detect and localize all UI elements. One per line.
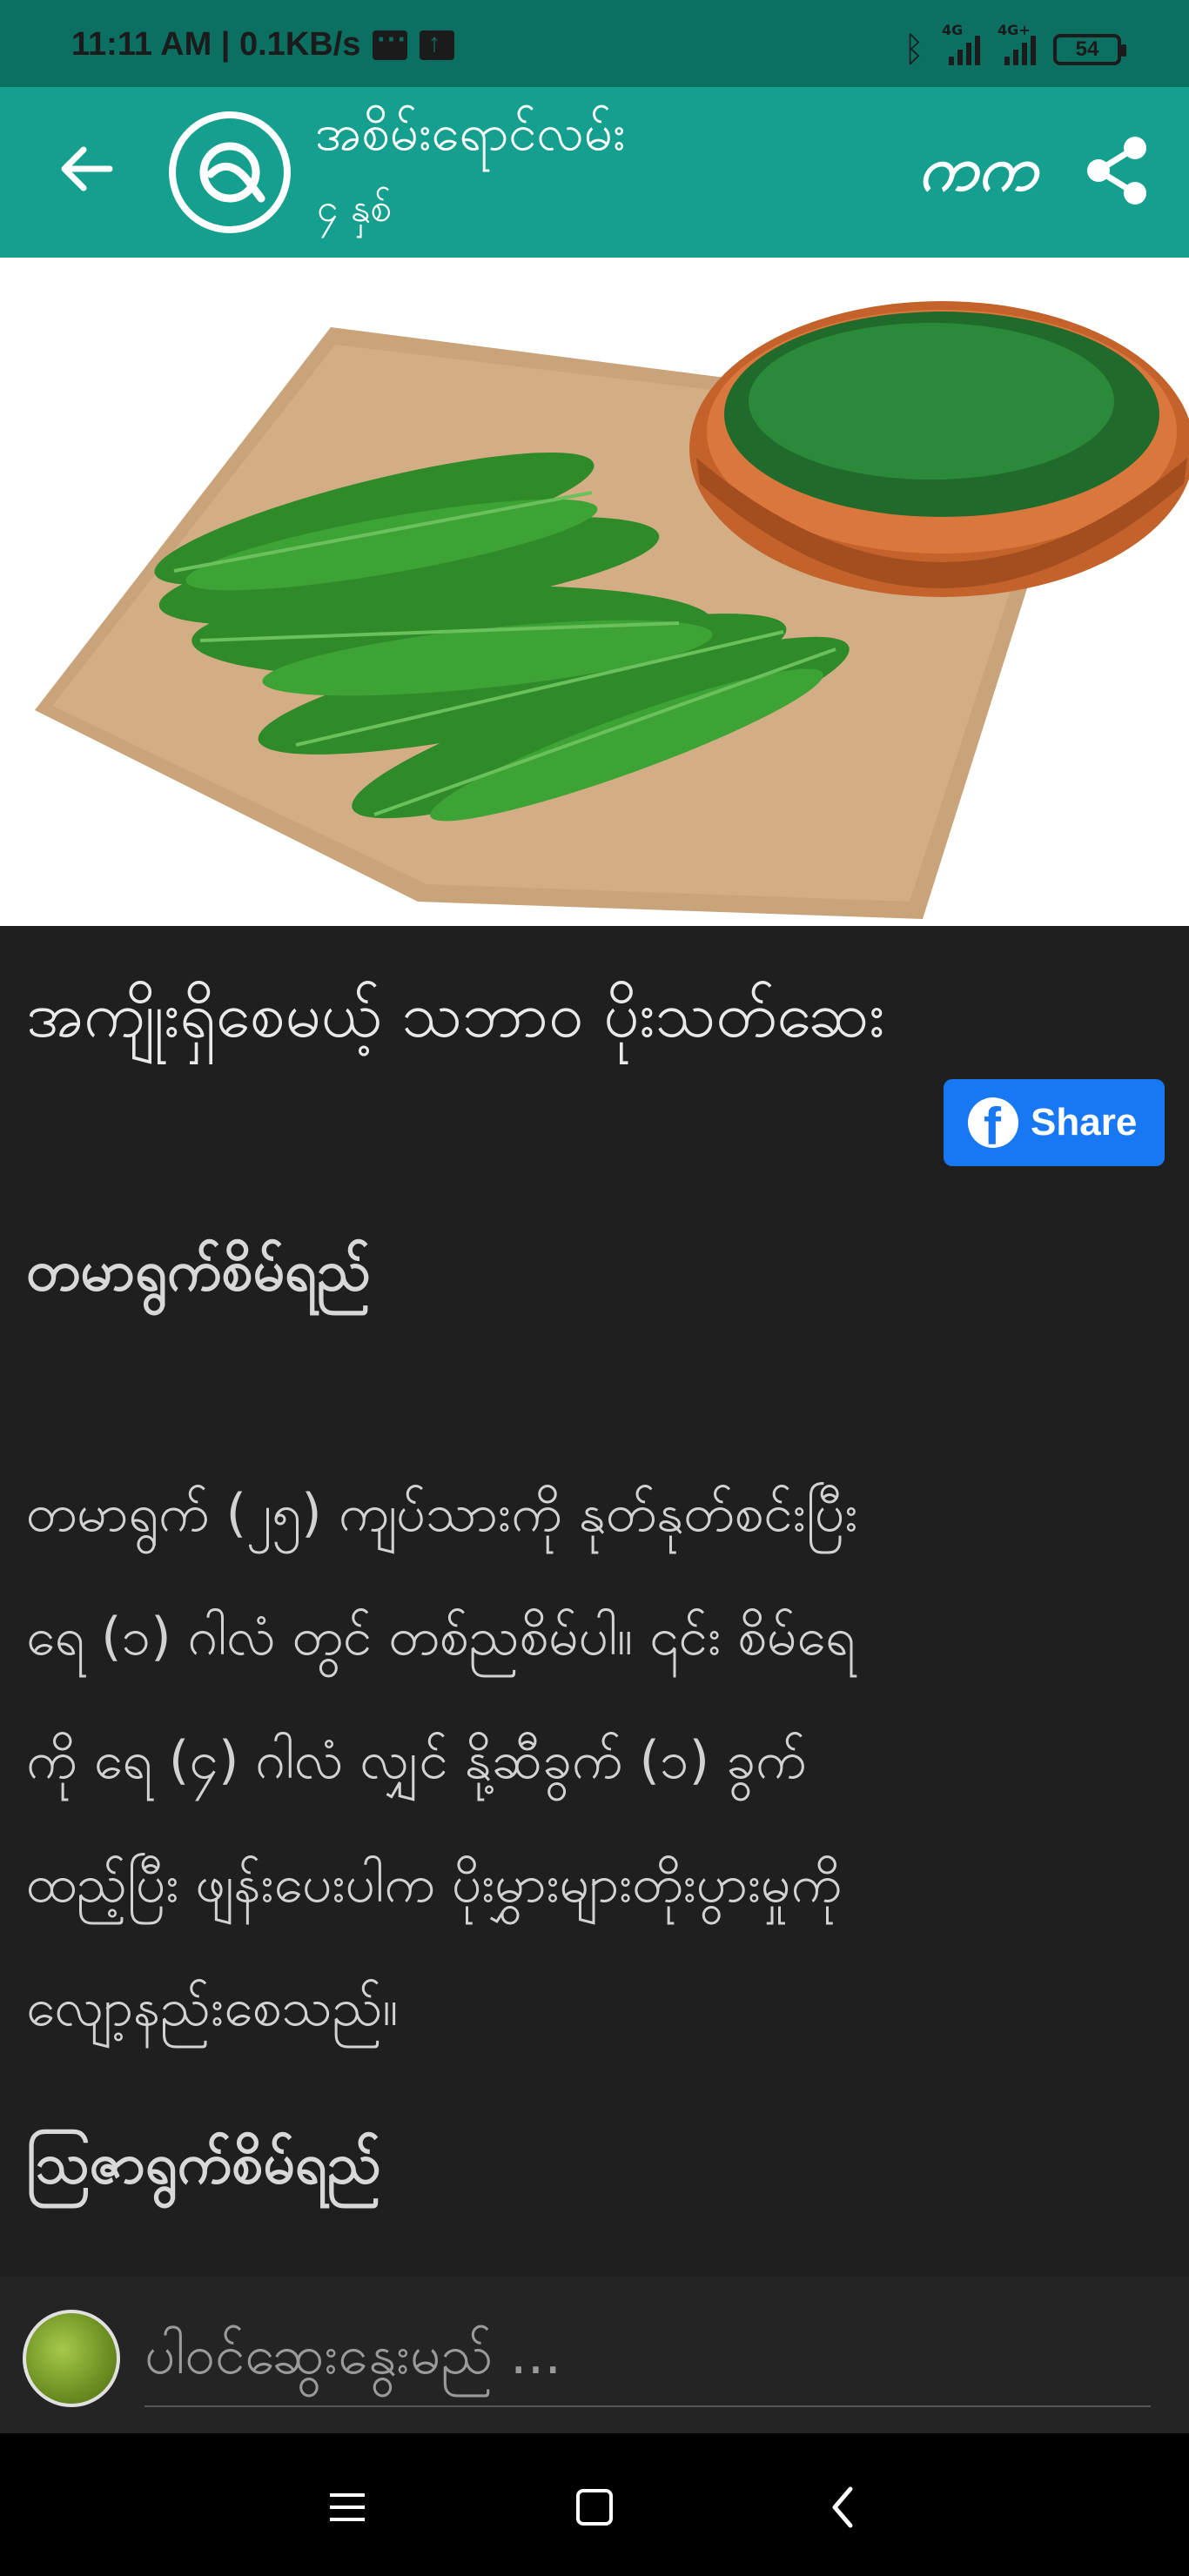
signal-icon-2: 4G+: [998, 22, 1036, 65]
section-heading-second: ဩဇာရွက်စိမ်ရည်: [26, 2132, 381, 2197]
body-line: ရေ (၁) ဂါလံ တွင် တစ်ညစိမ်ပါ။ ၎င်း စိမ်ရေ: [26, 1607, 856, 1667]
network-type-label-2: 4G+: [998, 22, 1031, 38]
chevron-left-icon: [832, 2486, 853, 2528]
signal-icon: 4G: [942, 22, 980, 65]
article-title: အကျိုးရှိစေမယ့် သဘာဝ ပိုးသတ်ဆေး: [26, 978, 885, 1051]
leaf-logo-icon: [199, 142, 265, 203]
avatar: [23, 2310, 120, 2407]
arrow-left-icon: [61, 146, 113, 191]
body-line: လျော့နည်းစေသည်။: [26, 1977, 399, 2038]
comment-input[interactable]: ပါဝင်ဆွေးနွေးမည် ...: [144, 2311, 1151, 2407]
battery-level: 54: [1075, 37, 1099, 61]
share-button[interactable]: [1083, 134, 1151, 207]
share-label: Share: [1031, 1101, 1138, 1144]
upload-icon: [420, 29, 455, 60]
comment-bar: ပါဝင်ဆွေးနွေးမည် ...: [0, 2277, 1189, 2433]
body-line: ကို ရေ (၄) ဂါလံ လျှင် နို့ဆီခွက် (၁) ခွက…: [26, 1730, 807, 1791]
message-icon: [373, 23, 408, 60]
system-nav-bar: [0, 2433, 1189, 2576]
battery-icon: 54: [1053, 34, 1126, 65]
app-title: အစိမ်းရောင်လမ်း: [315, 103, 626, 162]
screen: 11:11 AM | 0.1KB/s ᛒ 4G 4G+ 54: [0, 0, 1189, 2576]
status-left: 11:11 AM | 0.1KB/s: [71, 23, 455, 64]
section-heading-neem: တမာရွက်စိမ်ရည်: [26, 1239, 371, 1304]
article-body: တမာရွက် (၂၅) ကျပ်သားကို နုတ်နုတ်စင်းပြီး…: [26, 1452, 1166, 2070]
article-image: [0, 258, 1189, 926]
bluetooth-icon: ᛒ: [904, 30, 924, 70]
home-button[interactable]: [564, 2477, 625, 2538]
menu-button[interactable]: [317, 2477, 378, 2538]
share-icon: [1087, 137, 1146, 205]
back-button[interactable]: [50, 134, 120, 204]
neem-leaves-image: [0, 258, 1189, 926]
facebook-icon: f: [968, 1097, 1018, 1148]
status-time-speed: 11:11 AM | 0.1KB/s: [71, 26, 361, 63]
body-line: တမာရွက် (၂၅) ကျပ်သားကို နုတ်နုတ်စင်းပြီး: [26, 1483, 858, 1544]
status-bar: 11:11 AM | 0.1KB/s ᛒ 4G 4G+ 54: [0, 0, 1189, 87]
app-bar: အစိမ်းရောင်လမ်း ၄ နှစ် ကက: [0, 87, 1189, 258]
back-nav-button[interactable]: [813, 2477, 874, 2538]
app-logo: [169, 111, 291, 233]
app-subtitle: ၄ နှစ်: [317, 186, 393, 231]
status-right: ᛒ 4G 4G+ 54: [904, 22, 1126, 70]
font-toggle-button[interactable]: ကက: [918, 131, 1038, 220]
menu-icon: [330, 2493, 365, 2521]
body-line: ထည့်ပြီး ဖျန်းပေးပါက ပိုးမွှားများတိုးပွ…: [26, 1854, 843, 1915]
square-home-icon: [576, 2489, 613, 2526]
facebook-share-button[interactable]: f Share: [944, 1079, 1165, 1166]
network-type-label: 4G: [942, 22, 964, 38]
